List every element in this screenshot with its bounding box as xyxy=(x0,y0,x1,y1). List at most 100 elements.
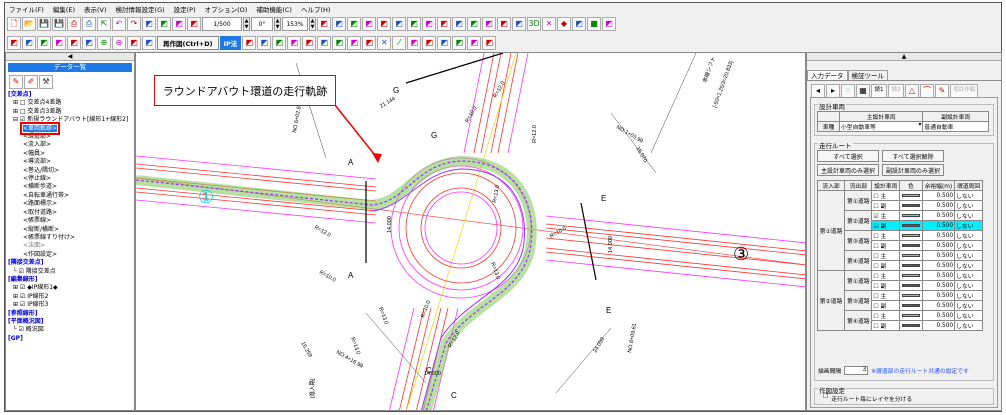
polyline-icon[interactable]: ◩ xyxy=(467,17,481,31)
tree-item[interactable]: <車両軌跡> xyxy=(8,121,132,135)
edit-icon[interactable]: ✎ xyxy=(9,75,23,89)
sub-vehicle-field[interactable]: 普通自動車 xyxy=(922,121,989,132)
tree-item[interactable]: ⊞ ☑ ◆IP線形1◆ xyxy=(8,284,132,292)
redo-icon[interactable]: ↷ xyxy=(127,17,141,31)
margin-cell[interactable]: 0.500 xyxy=(921,320,956,331)
tree-item[interactable]: <横断歩道> xyxy=(8,183,132,191)
ip-3-icon[interactable]: ◩ xyxy=(272,36,287,50)
layer-per-route-checkbox[interactable]: ☐ 走行ルート毎にレイヤを分ける xyxy=(823,394,912,403)
loop-cell[interactable]: しない xyxy=(954,220,983,231)
flag-icon[interactable]: ◩ xyxy=(437,36,452,50)
arch-icon[interactable]: ◩ xyxy=(437,17,451,31)
scale-select[interactable]: 1/500 xyxy=(202,17,242,31)
tree-item[interactable]: ⊞ □ 交差点4差路 xyxy=(8,99,132,107)
open-folder-icon[interactable]: 📂 xyxy=(22,17,36,31)
zoom-out-icon[interactable]: ⊖ xyxy=(112,36,126,50)
margin-cell[interactable]: 0.500 xyxy=(921,250,956,261)
tab-verification-tools[interactable]: 検証ツール xyxy=(847,70,888,80)
color-swatch[interactable] xyxy=(899,290,923,301)
grid-1-icon[interactable]: ◩ xyxy=(7,36,21,50)
pin-tool-icon[interactable]: ◩ xyxy=(602,17,616,31)
loop-cell[interactable]: しない xyxy=(954,320,983,331)
tree-item[interactable]: <導流部> xyxy=(8,158,132,166)
route-icon[interactable]: ◩ xyxy=(467,36,482,50)
ip-8-icon[interactable]: ◩ xyxy=(347,36,362,50)
margin-cell[interactable]: 0.500 xyxy=(921,290,956,301)
print-icon[interactable]: ⎙ xyxy=(67,17,81,31)
color-swatch[interactable] xyxy=(899,250,923,261)
view-window-1-icon[interactable]: ◩ xyxy=(142,17,156,31)
menu-item-4[interactable]: 設定(P) xyxy=(174,4,196,14)
color-swatch[interactable] xyxy=(899,300,923,311)
tree-category[interactable]: [隣接交差点] xyxy=(8,259,132,267)
points-icon[interactable]: ◩ xyxy=(452,17,466,31)
color-swatch[interactable] xyxy=(899,220,923,231)
select-zoom-icon[interactable]: ◩ xyxy=(37,36,51,50)
collapse-top-button[interactable]: ▲ xyxy=(807,53,1001,61)
stripe-icon[interactable]: ◩ xyxy=(512,17,526,31)
zoom-in-icon[interactable]: ⊕ xyxy=(97,36,111,50)
vehicle-checkbox[interactable]: ☐ 主 xyxy=(871,290,901,301)
ip-method-button[interactable]: IP法 xyxy=(219,36,242,50)
ip-6-icon[interactable]: ◩ xyxy=(317,36,332,50)
grid-close-icon[interactable]: ◩ xyxy=(572,17,586,31)
tree-item[interactable]: ⊞ □ 交差点3差路 xyxy=(8,108,132,116)
vehicle-checkbox[interactable]: ☐ 主 xyxy=(871,190,901,201)
ip-4-icon[interactable]: ◩ xyxy=(287,36,302,50)
margin-cell[interactable]: 0.500 xyxy=(921,310,956,321)
move-icon[interactable]: ◩ xyxy=(52,36,66,50)
margin-cell[interactable]: 0.500 xyxy=(921,260,956,271)
ip-2-icon[interactable]: ◩ xyxy=(257,36,272,50)
margin-cell[interactable]: 0.500 xyxy=(921,240,956,251)
route-row[interactable]: 第①道路 第①道路 ☐ 主 0.500 しない xyxy=(817,190,983,271)
tree-item[interactable]: <路面標示> xyxy=(8,200,132,208)
eraser-icon[interactable]: ◆ xyxy=(557,17,571,31)
fence-icon[interactable]: ◩ xyxy=(482,17,496,31)
save-as-icon[interactable]: 💾 xyxy=(52,17,66,31)
draw-icon[interactable]: ✎ xyxy=(935,84,949,98)
scale-select-spinner[interactable]: ▲ ▼ xyxy=(243,17,250,31)
menu-item-0[interactable]: ファイル(F) xyxy=(9,4,44,14)
crosswalk-icon[interactable]: ◩ xyxy=(407,17,421,31)
margin-cell[interactable]: 0.500 xyxy=(921,300,956,311)
curve-radius-icon[interactable]: ◩ xyxy=(332,17,346,31)
rotate-icon[interactable]: ◩ xyxy=(67,36,81,50)
vehicle-checkbox[interactable]: ☐ 副 xyxy=(871,280,901,291)
margin-cell[interactable]: 0.500 xyxy=(921,210,956,221)
tree-category[interactable]: [参照線形] xyxy=(8,310,132,318)
ip-label-icon[interactable]: ◩ xyxy=(482,36,497,50)
select-main-only-button[interactable]: 主設計車両のみ選択 xyxy=(817,164,879,176)
ip-7-icon[interactable]: ◩ xyxy=(332,36,347,50)
loop-cell[interactable]: しない xyxy=(954,300,983,311)
vehicle-checkbox[interactable]: ☐ 副 xyxy=(871,200,901,211)
cross-icon[interactable]: ✕ xyxy=(377,36,392,50)
print-preview-icon[interactable]: ⎙ xyxy=(82,17,96,31)
main-vehicle-select[interactable]: 小型自動車等 ▾ xyxy=(838,121,924,132)
margin-cell[interactable]: 0.500 xyxy=(921,230,956,241)
grid-select-icon[interactable]: ▦ xyxy=(856,84,870,98)
tree-item[interactable]: <帳票線> xyxy=(8,217,132,225)
color-swatch[interactable] xyxy=(899,310,923,321)
color-swatch[interactable] xyxy=(899,210,923,221)
menu-item-2[interactable]: 表示(V) xyxy=(84,4,107,14)
view-window-3-icon[interactable]: ◩ xyxy=(172,17,186,31)
zoom-select-spinner[interactable]: ▲ ▼ xyxy=(309,17,316,31)
color-bars-icon[interactable]: ◩ xyxy=(407,36,422,50)
hatch-icon[interactable]: ◩ xyxy=(392,17,406,31)
tree-item[interactable]: ⊟ ☑ 新規ラウンドアバウト[線形1+線形2] xyxy=(8,116,132,124)
vehicle-checkbox[interactable]: ☐ 副 xyxy=(871,240,901,251)
angle-select-spinner[interactable]: ▲ ▼ xyxy=(274,17,281,31)
zoom-prev-icon[interactable]: ◩ xyxy=(142,36,156,50)
margin-cell[interactable]: 0.500 xyxy=(921,190,956,201)
save-icon[interactable]: 💾 xyxy=(37,17,51,31)
ip-5-icon[interactable]: ◩ xyxy=(302,36,317,50)
loop-cell[interactable]: しない xyxy=(954,250,983,261)
tree-item[interactable]: ⊞ ☑ IP線形3 xyxy=(8,301,132,309)
table-icon[interactable]: ◩ xyxy=(452,36,467,50)
tree-item[interactable]: <流入部> xyxy=(8,141,132,149)
vehicle-checkbox[interactable]: ☐ 副 xyxy=(871,320,901,331)
vehicle-checkbox[interactable]: ☑ 主 xyxy=(871,210,901,221)
menu-item-1[interactable]: 編集(E) xyxy=(53,4,75,14)
color-swatch[interactable] xyxy=(899,200,923,211)
route-row[interactable]: 第②道路 第①道路 ☐ 主 0.500 しない xyxy=(817,270,983,331)
